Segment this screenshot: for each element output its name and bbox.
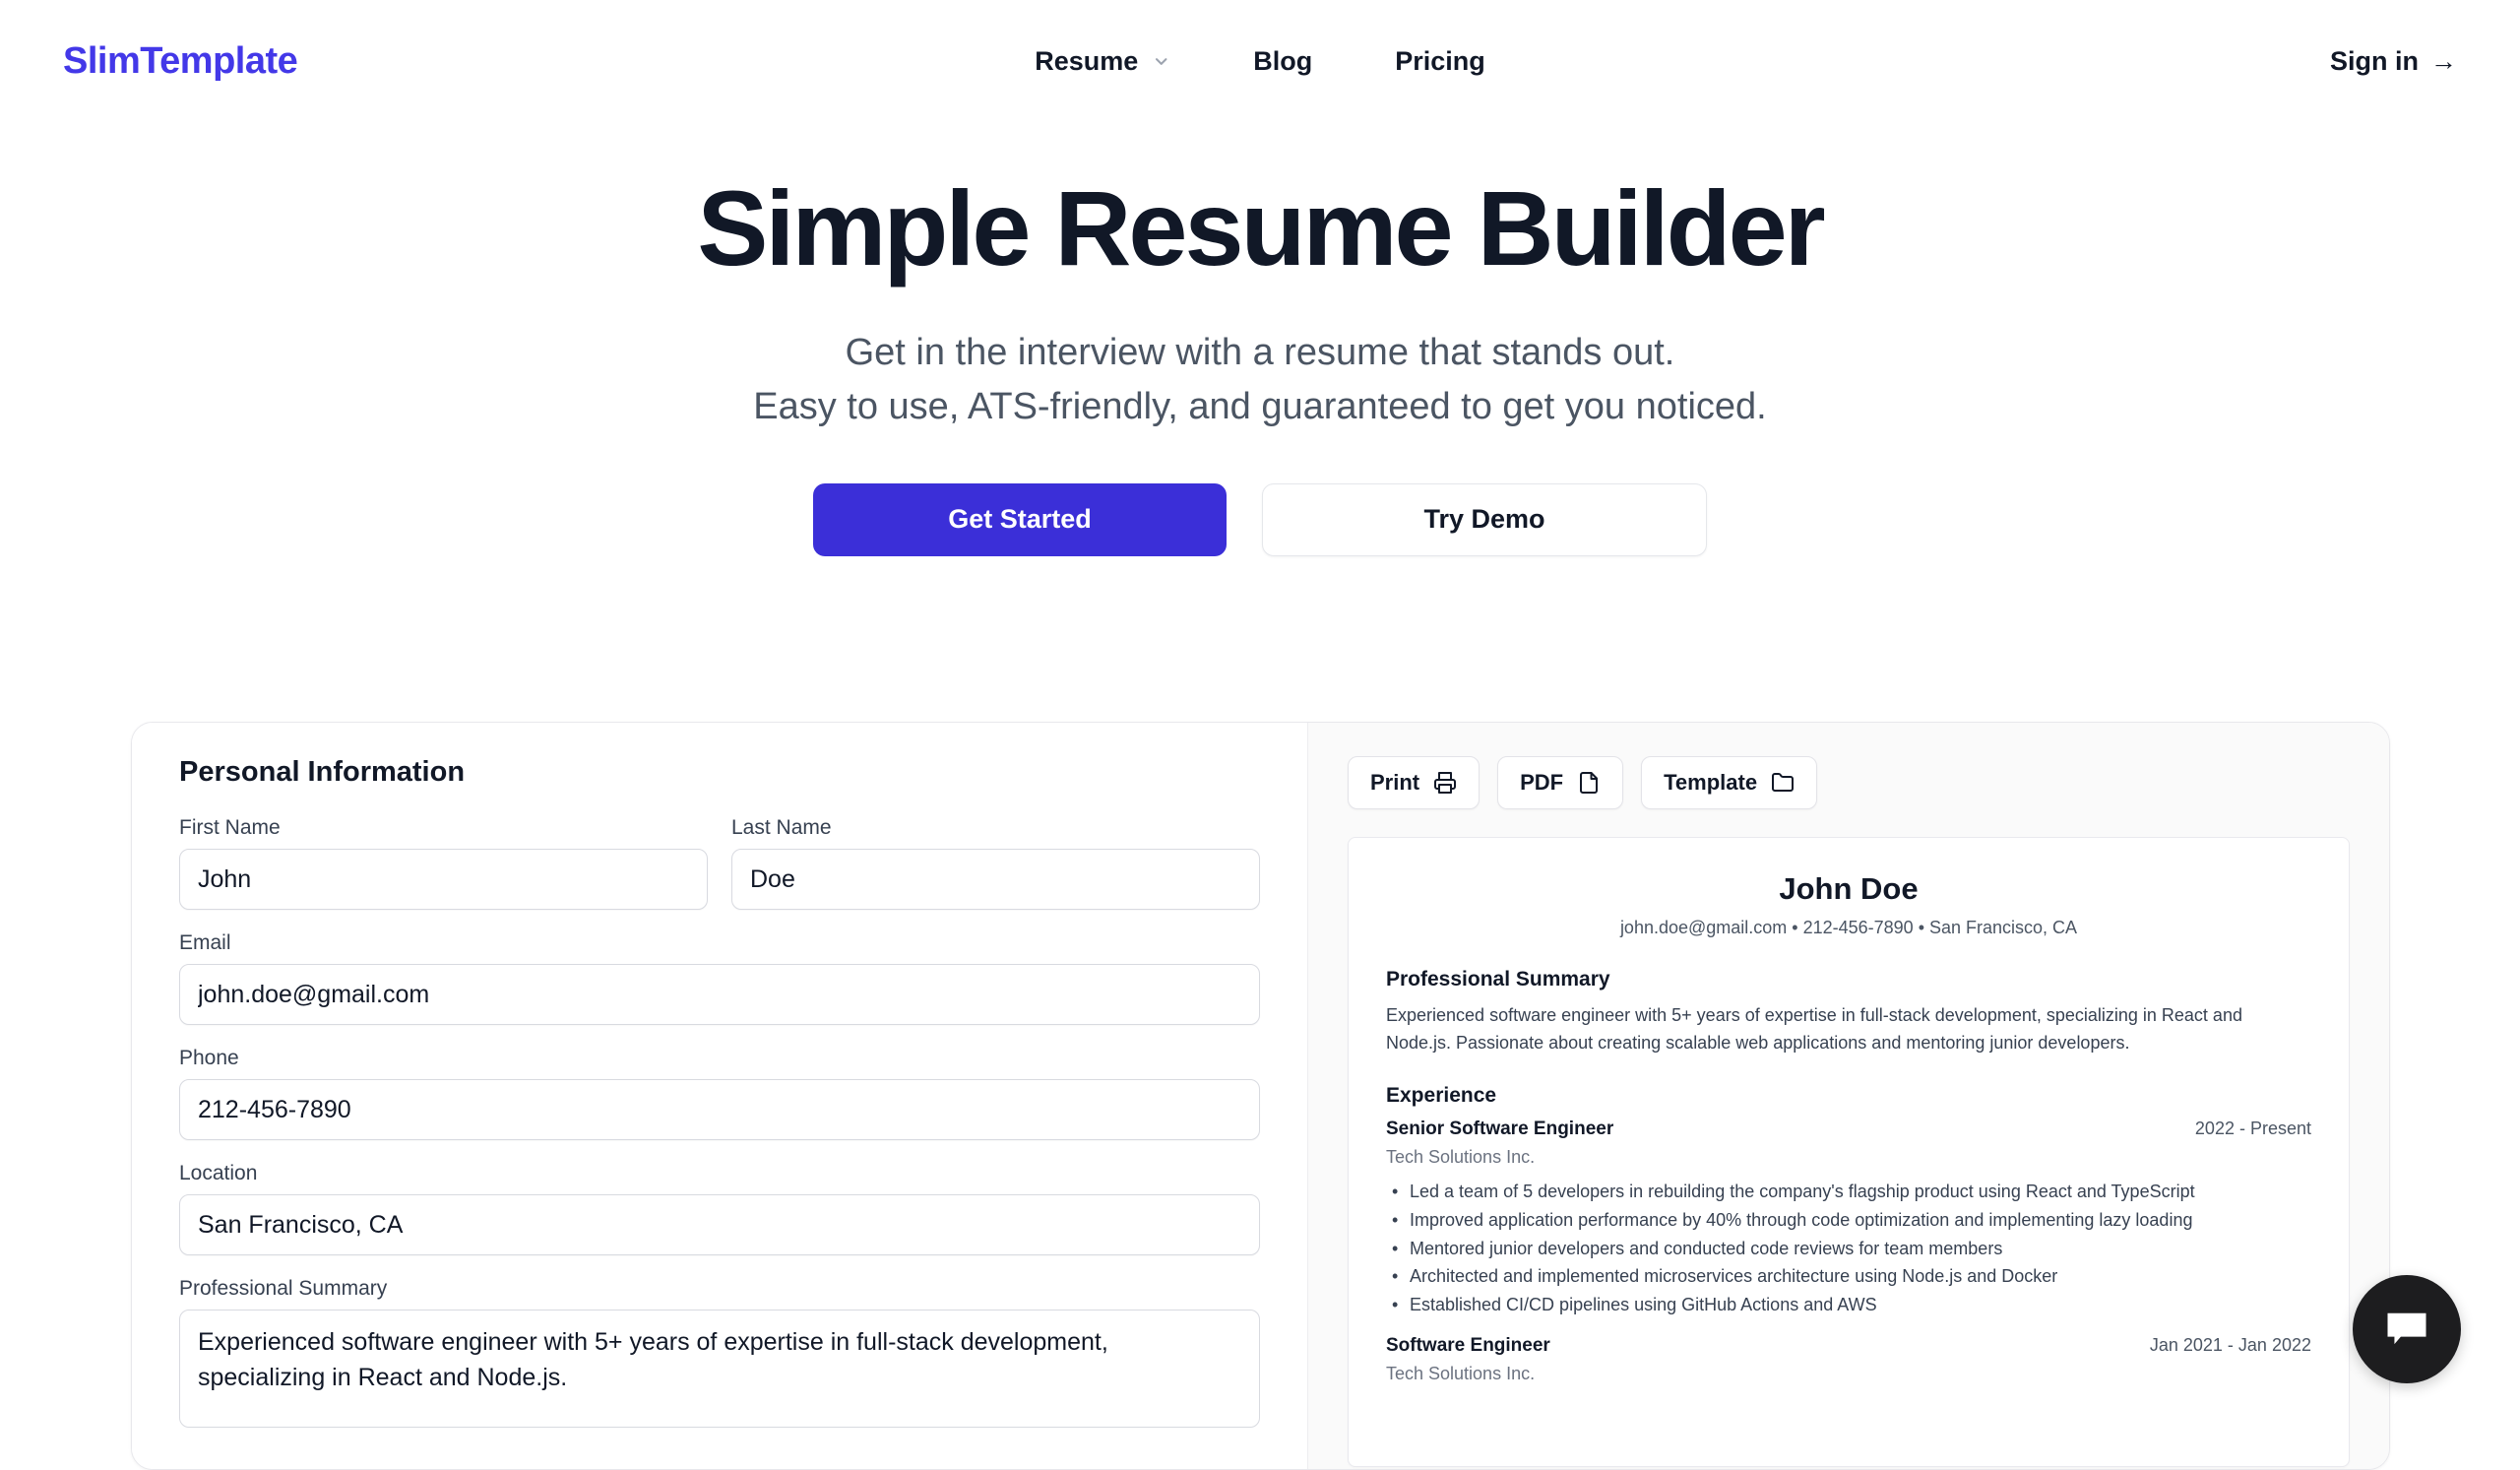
resume-experience-heading: Experience <box>1386 1084 2311 1108</box>
job-bullet-list: Led a team of 5 developers in rebuilding… <box>1386 1178 2311 1319</box>
folder-icon <box>1771 771 1795 795</box>
email-group: Email <box>179 931 1260 1025</box>
job-dates: Jan 2021 - Jan 2022 <box>2150 1335 2311 1356</box>
location-input[interactable] <box>179 1194 1260 1255</box>
nav-item-label: Resume <box>1035 46 1138 77</box>
first-name-label: First Name <box>179 816 708 840</box>
last-name-input[interactable] <box>731 849 1260 910</box>
job-title: Software Engineer <box>1386 1335 1550 1357</box>
job-dates: 2022 - Present <box>2195 1118 2311 1139</box>
page-title: Simple Resume Builder <box>0 171 2520 287</box>
form-section-title: Personal Information <box>179 756 1260 789</box>
template-button-label: Template <box>1664 770 1757 796</box>
nav-item-resume[interactable]: Resume <box>1035 46 1170 77</box>
primary-nav: Resume Blog Pricing <box>1035 46 1485 77</box>
phone-input[interactable] <box>179 1079 1260 1140</box>
nav-item-label: Pricing <box>1395 46 1485 77</box>
resume-summary-heading: Professional Summary <box>1386 968 2311 991</box>
nav-item-blog[interactable]: Blog <box>1253 46 1312 77</box>
sign-in-link[interactable]: Sign in → <box>2330 46 2457 77</box>
first-name-input[interactable] <box>179 849 708 910</box>
job-header: Software Engineer Jan 2021 - Jan 2022 <box>1386 1335 2311 1357</box>
resume-document: John Doe john.doe@gmail.com • 212-456-78… <box>1348 837 2350 1467</box>
job-company: Tech Solutions Inc. <box>1386 1364 2311 1384</box>
get-started-button[interactable]: Get Started <box>813 483 1227 556</box>
first-name-group: First Name <box>179 816 708 910</box>
resume-builder-card: Personal Information First Name Last Nam… <box>131 722 2390 1470</box>
email-input[interactable] <box>179 964 1260 1025</box>
job-bullet: Improved application performance by 40% … <box>1386 1206 2311 1235</box>
resume-contact-line: john.doe@gmail.com • 212-456-7890 • San … <box>1386 918 2311 938</box>
brand-logo[interactable]: SlimTemplate <box>63 40 297 83</box>
hero-subtitle-line-1: Get in the interview with a resume that … <box>0 326 2520 380</box>
job-bullet: Mentored junior developers and conducted… <box>1386 1235 2311 1263</box>
nav-right-actions: Sign in → <box>2330 46 2457 77</box>
pdf-button-label: PDF <box>1520 770 1563 796</box>
job-header: Senior Software Engineer 2022 - Present <box>1386 1118 2311 1140</box>
resume-preview-pane: Print PDF Template John Doe john.doe@gm <box>1307 723 2389 1469</box>
resume-summary-text: Experienced software engineer with 5+ ye… <box>1386 1002 2311 1057</box>
job-bullet: Established CI/CD pipelines using GitHub… <box>1386 1291 2311 1319</box>
phone-group: Phone <box>179 1047 1260 1140</box>
location-group: Location <box>179 1162 1260 1255</box>
try-demo-button[interactable]: Try Demo <box>1262 483 1707 556</box>
resume-job-entry: Software Engineer Jan 2021 - Jan 2022 Te… <box>1386 1335 2311 1384</box>
sign-in-label: Sign in <box>2330 46 2419 77</box>
file-icon <box>1577 771 1601 795</box>
resume-full-name: John Doe <box>1386 871 2311 907</box>
job-company: Tech Solutions Inc. <box>1386 1147 2311 1168</box>
hero-subtitle-line-2: Easy to use, ATS-friendly, and guarantee… <box>0 380 2520 434</box>
summary-label: Professional Summary <box>179 1277 1260 1301</box>
print-button[interactable]: Print <box>1348 756 1480 809</box>
last-name-group: Last Name <box>731 816 1260 910</box>
summary-textarea[interactable] <box>179 1310 1260 1428</box>
top-navbar: SlimTemplate Resume Blog Pricing Sign in… <box>0 0 2520 122</box>
phone-label: Phone <box>179 1047 1260 1070</box>
printer-icon <box>1433 771 1457 795</box>
print-button-label: Print <box>1370 770 1419 796</box>
name-fields-row: First Name Last Name <box>179 816 1260 910</box>
template-button[interactable]: Template <box>1641 756 1817 809</box>
chat-bubble-icon <box>2381 1304 2432 1355</box>
last-name-label: Last Name <box>731 816 1260 840</box>
email-label: Email <box>179 931 1260 955</box>
hero-cta-row: Get Started Try Demo <box>0 483 2520 556</box>
job-title: Senior Software Engineer <box>1386 1118 1613 1140</box>
summary-group: Professional Summary <box>179 1277 1260 1433</box>
preview-toolbar: Print PDF Template <box>1348 756 2350 809</box>
hero-section: Simple Resume Builder Get in the intervi… <box>0 122 2520 556</box>
job-bullet: Led a team of 5 developers in rebuilding… <box>1386 1178 2311 1206</box>
hero-subtitle: Get in the interview with a resume that … <box>0 326 2520 434</box>
personal-information-form: Personal Information First Name Last Nam… <box>132 723 1307 1469</box>
chat-widget-button[interactable] <box>2353 1275 2461 1383</box>
pdf-button[interactable]: PDF <box>1497 756 1623 809</box>
nav-item-label: Blog <box>1253 46 1312 77</box>
chevron-down-icon <box>1152 52 1170 71</box>
nav-item-pricing[interactable]: Pricing <box>1395 46 1485 77</box>
job-bullet: Architected and implemented microservice… <box>1386 1262 2311 1291</box>
location-label: Location <box>179 1162 1260 1185</box>
resume-job-entry: Senior Software Engineer 2022 - Present … <box>1386 1118 2311 1319</box>
arrow-right-icon: → <box>2430 46 2457 77</box>
